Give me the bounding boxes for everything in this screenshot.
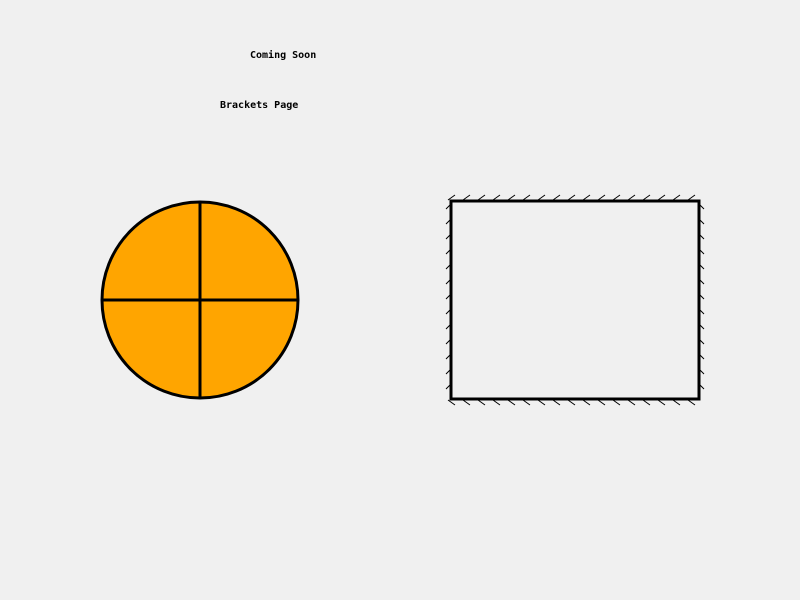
hatch-tick	[627, 194, 636, 201]
hatch-tick	[567, 194, 576, 201]
hatch-tick	[477, 194, 486, 201]
hatch-tick	[687, 399, 696, 406]
hatch-tick	[537, 194, 546, 201]
hatch-tick	[612, 194, 621, 201]
hatch-tick	[522, 194, 531, 201]
hatch-tick	[597, 399, 606, 406]
hatch-tick	[642, 194, 651, 201]
rectangle-shape	[449, 199, 701, 401]
hatch-tick	[462, 194, 471, 201]
hatch-tick	[597, 194, 606, 201]
hatch-tick	[672, 194, 681, 201]
hatch-tick	[462, 399, 471, 406]
hatch-tick	[507, 399, 516, 406]
hatch-tick	[522, 399, 531, 406]
hatch-tick	[687, 194, 696, 201]
hatch-tick	[657, 194, 666, 201]
hatch-tick	[507, 194, 516, 201]
hatch-tick	[477, 399, 486, 406]
hatch-tick	[627, 399, 636, 406]
hatch-tick	[612, 399, 621, 406]
hatched-rectangle	[445, 194, 705, 406]
hatch-tick	[552, 399, 561, 406]
hatch-tick	[582, 194, 591, 201]
hatch-tick	[582, 399, 591, 406]
hatch-tick	[492, 399, 501, 406]
hatch-tick	[657, 399, 666, 406]
hatch-tick	[447, 399, 456, 406]
hatch-tick	[672, 399, 681, 406]
hatch-tick	[642, 399, 651, 406]
hatch-tick	[447, 194, 456, 201]
hatch-tick	[537, 399, 546, 406]
hatch-tick	[567, 399, 576, 406]
canvas: Coming Soon Brackets Page	[0, 0, 800, 600]
shapes-layer	[100, 194, 705, 406]
hatch-tick	[492, 194, 501, 201]
quartered-circle	[100, 200, 300, 400]
hatch-tick	[552, 194, 561, 201]
